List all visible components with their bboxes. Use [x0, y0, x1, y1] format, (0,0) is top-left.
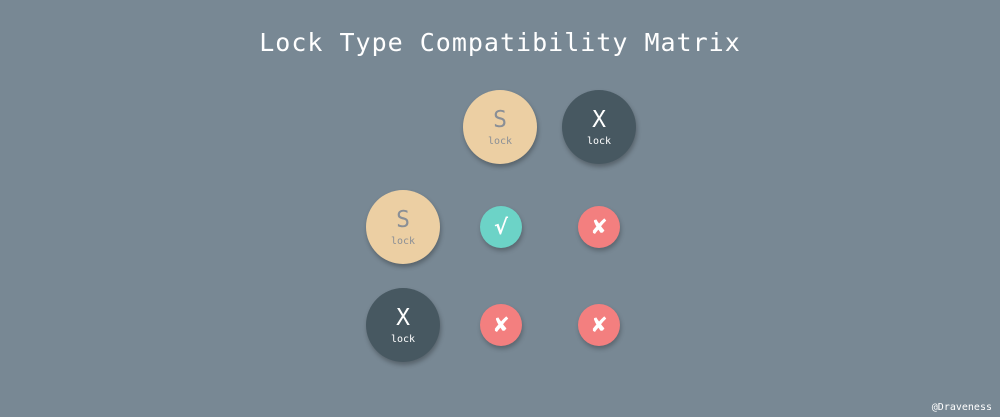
row-header-x-letter: X: [396, 305, 410, 331]
cross-icon: ✘: [492, 313, 510, 337]
row-header-s-lock: S lock: [366, 190, 440, 264]
column-header-x-sub: lock: [586, 136, 612, 147]
column-header-s-lock: S lock: [463, 90, 537, 164]
column-header-s-sub: lock: [487, 136, 513, 147]
row-header-x-sub: lock: [390, 334, 416, 345]
cell-x-s-incompatible: ✘: [480, 304, 522, 346]
check-icon: √: [493, 215, 508, 239]
diagram-title: Lock Type Compatibility Matrix: [259, 28, 741, 57]
cross-icon: ✘: [590, 313, 608, 337]
cell-x-x-incompatible: ✘: [578, 304, 620, 346]
cell-s-x-incompatible: ✘: [578, 206, 620, 248]
column-header-x-letter: X: [592, 107, 606, 133]
row-header-s-letter: S: [396, 207, 410, 233]
row-header-x-lock: X lock: [366, 288, 440, 362]
cell-s-s-compatible: √: [480, 206, 522, 248]
column-header-x-lock: X lock: [562, 90, 636, 164]
cross-icon: ✘: [590, 215, 608, 239]
row-header-s-sub: lock: [390, 236, 416, 247]
author-credit: @Draveness: [931, 402, 992, 413]
column-header-s-letter: S: [493, 107, 507, 133]
